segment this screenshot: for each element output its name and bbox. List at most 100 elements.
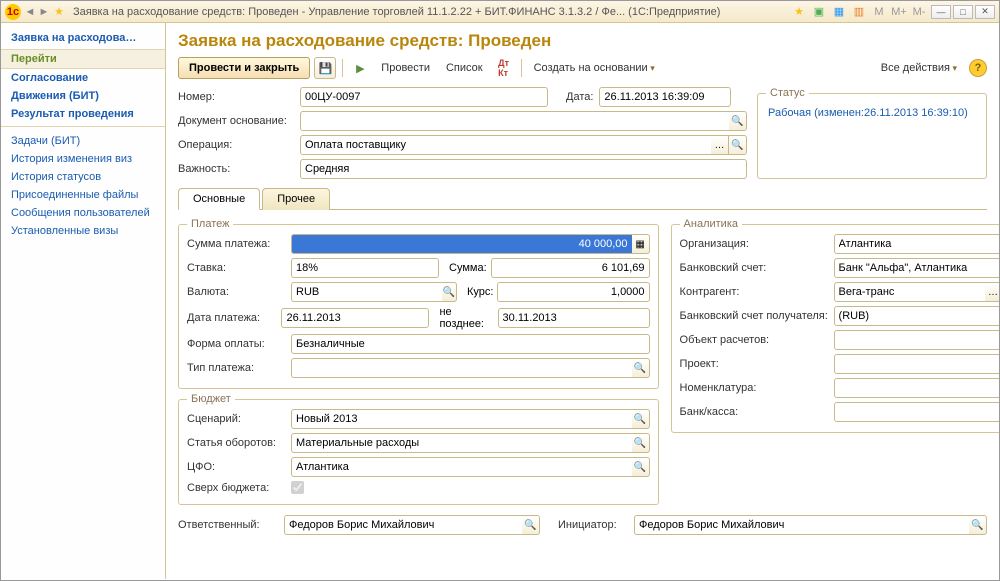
sidebar-active[interactable]: Заявка на расходова… (1, 29, 165, 47)
mem-mminus[interactable]: M- (911, 4, 927, 20)
search-icon[interactable]: 🔍 (522, 515, 540, 535)
responsible-input[interactable] (284, 515, 522, 535)
recv-bank-input[interactable] (834, 306, 999, 326)
calc-obj-label: Объект расчетов: (680, 334, 830, 346)
payment-legend: Платеж (187, 218, 233, 230)
course-label: Курс: (467, 286, 493, 298)
ellipsis-icon[interactable]: … (711, 135, 729, 155)
pay-type-input[interactable] (291, 358, 632, 378)
sidebar-item-status-history[interactable]: История статусов (1, 168, 165, 186)
sidebar-item-messages[interactable]: Сообщения пользователей (1, 204, 165, 222)
rate-label: Ставка: (187, 262, 287, 274)
turnover-label: Статья оборотов: (187, 437, 287, 449)
search-icon[interactable]: 🔍 (632, 433, 650, 453)
calc-icon[interactable]: ▦ (831, 4, 847, 20)
bank-cash-input[interactable] (834, 402, 999, 422)
all-actions-button[interactable]: Все действия (875, 58, 963, 78)
calendar-icon[interactable]: ▥ (851, 4, 867, 20)
bank-acc-label: Банковский счет: (680, 262, 830, 274)
sidebar-item-movements[interactable]: Движения (БИТ) (1, 87, 165, 105)
amount-input[interactable] (291, 234, 632, 254)
nav-back-icon[interactable]: ◄ (23, 5, 37, 19)
tab-other[interactable]: Прочее (262, 188, 330, 210)
sidebar-item-visas[interactable]: Установленные визы (1, 222, 165, 240)
pay-date-label: Дата платежа: (187, 312, 277, 324)
pay-date-input[interactable] (281, 308, 429, 328)
fav-icon[interactable]: ★ (791, 4, 807, 20)
nav-fwd-icon[interactable]: ► (37, 5, 51, 19)
pay-type-label: Тип платежа: (187, 362, 287, 374)
create-based-button[interactable]: Создать на основании (528, 58, 661, 78)
page-title: Заявка на расходование средств: Проведен (178, 31, 987, 51)
minimize-button[interactable]: — (931, 5, 951, 19)
sum-input[interactable] (491, 258, 650, 278)
sidebar-item-approval[interactable]: Согласование (1, 69, 165, 87)
search-icon[interactable]: 🔍 (729, 111, 747, 131)
recv-bank-label: Банковский счет получателя: (680, 310, 830, 322)
project-input[interactable] (834, 354, 999, 374)
tab-main[interactable]: Основные (178, 188, 260, 210)
ellipsis-icon[interactable]: … (985, 282, 999, 302)
bank-acc-input[interactable] (834, 258, 999, 278)
cfo-input[interactable] (291, 457, 632, 477)
operation-input[interactable] (300, 135, 711, 155)
date-input[interactable] (599, 87, 731, 107)
scenario-input[interactable] (291, 409, 632, 429)
star-icon[interactable]: ★ (51, 4, 67, 20)
close-button[interactable]: ✕ (975, 5, 995, 19)
calc-icon[interactable]: ▦ (632, 234, 650, 254)
course-input[interactable] (497, 282, 649, 302)
basis-input[interactable] (300, 111, 729, 131)
sidebar-item-result[interactable]: Результат проведения (1, 105, 165, 123)
importance-label: Важность: (178, 163, 294, 175)
status-fieldset: Статус Рабочая (изменен:26.11.2013 16:39… (757, 87, 987, 179)
operation-label: Операция: (178, 139, 294, 151)
nomen-input[interactable] (834, 378, 999, 398)
bank-cash-label: Банк/касса: (680, 406, 830, 418)
conduct-icon[interactable]: ▶ (349, 57, 371, 79)
budget-legend: Бюджет (187, 393, 235, 405)
budget-fieldset: Бюджет Сценарий: 🔍 Статья оборотов: 🔍 (178, 393, 659, 505)
sidebar-item-attached[interactable]: Присоединенные файлы (1, 186, 165, 204)
status-text[interactable]: Рабочая (изменен:26.11.2013 16:39:10) (766, 103, 978, 123)
currency-input[interactable] (291, 282, 442, 302)
search-icon[interactable]: 🔍 (969, 515, 987, 535)
search-icon[interactable]: 🔍 (442, 282, 457, 302)
pay-form-input[interactable] (291, 334, 650, 354)
conduct-close-button[interactable]: Провести и закрыть (178, 57, 310, 79)
separator (521, 59, 522, 77)
search-icon[interactable]: 🔍 (632, 457, 650, 477)
number-input[interactable] (300, 87, 548, 107)
basis-label: Документ основание: (178, 115, 294, 127)
plus-icon[interactable]: ▣ (811, 4, 827, 20)
maximize-button[interactable]: □ (953, 5, 973, 19)
sidebar-item-tasks[interactable]: Задачи (БИТ) (1, 132, 165, 150)
payment-fieldset: Платеж Сумма платежа: ▦ Ставка: Сумма: (178, 218, 659, 389)
importance-input[interactable] (300, 159, 747, 179)
save-icon[interactable]: 💾 (314, 57, 336, 79)
search-icon[interactable]: 🔍 (632, 358, 650, 378)
search-icon[interactable]: 🔍 (729, 135, 747, 155)
help-icon[interactable]: ? (969, 59, 987, 77)
mem-m[interactable]: M (871, 4, 887, 20)
conduct-button[interactable]: Провести (375, 58, 436, 78)
date-label: Дата: (566, 91, 593, 103)
tabs: Основные Прочее (178, 187, 987, 210)
amount-label: Сумма платежа: (187, 238, 287, 250)
org-input[interactable] (834, 234, 999, 254)
sum-label: Сумма: (449, 262, 487, 274)
rate-input[interactable] (291, 258, 439, 278)
sidebar-item-visa-history[interactable]: История изменения виз (1, 150, 165, 168)
titlebar: 1c ◄ ► ★ Заявка на расходование средств:… (1, 1, 999, 23)
calc-obj-input[interactable] (834, 330, 999, 350)
turnover-input[interactable] (291, 433, 632, 453)
initiator-input[interactable] (634, 515, 969, 535)
pay-form-label: Форма оплаты: (187, 338, 287, 350)
dtkt-icon[interactable]: ДтКт (493, 57, 515, 79)
list-button[interactable]: Список (440, 58, 489, 78)
search-icon[interactable]: 🔍 (632, 409, 650, 429)
mem-mplus[interactable]: M+ (891, 4, 907, 20)
no-later-label: не позднее: (439, 306, 493, 330)
no-later-input[interactable] (498, 308, 650, 328)
counterparty-input[interactable] (834, 282, 985, 302)
